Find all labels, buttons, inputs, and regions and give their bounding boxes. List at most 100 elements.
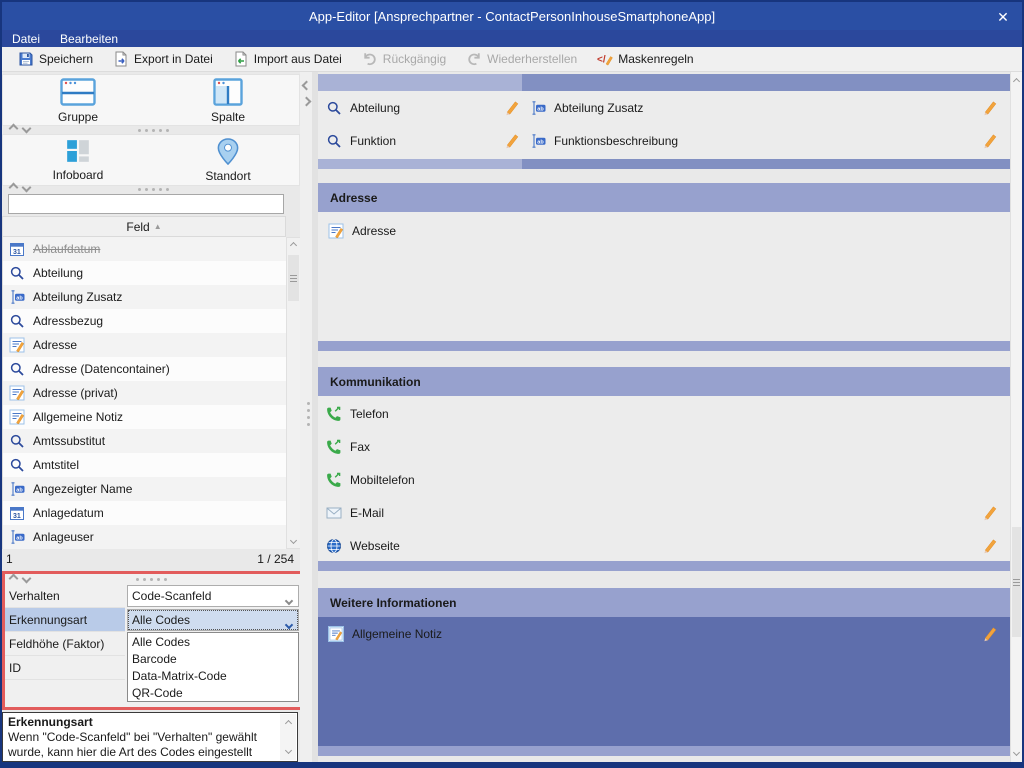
field-label: Adresse (privat)	[33, 386, 118, 400]
scroll-up-button[interactable]	[280, 716, 296, 731]
chevron-down-icon[interactable]	[22, 124, 32, 134]
erkennungsart-combobox[interactable]: Alle Codes	[127, 609, 299, 631]
chevron-up-icon[interactable]	[9, 183, 19, 193]
chevron-down-icon[interactable]	[286, 593, 292, 607]
dropdown-option[interactable]: Data-Matrix-Code	[128, 667, 298, 684]
column-band[interactable]	[522, 74, 1010, 91]
tool-standort[interactable]: Standort	[173, 138, 283, 183]
chevron-left-icon[interactable]	[302, 81, 312, 91]
edit-pencil-icon[interactable]	[504, 100, 520, 116]
drag-handle[interactable]	[138, 186, 172, 192]
chevron-down-icon[interactable]	[286, 617, 292, 631]
scroll-up-button[interactable]	[1011, 74, 1022, 89]
dropdown-option[interactable]: Barcode	[128, 650, 298, 667]
form-field-adresse[interactable]: Adresse	[328, 220, 396, 242]
list-item[interactable]: Angezeigter Name	[3, 477, 286, 501]
form-scrollbar[interactable]	[1010, 72, 1022, 762]
column-band-selected[interactable]	[318, 74, 522, 91]
export-button[interactable]: Export in Datei	[103, 48, 223, 71]
property-panel-reorder[interactable]	[10, 575, 30, 582]
property-label-id: ID	[5, 656, 125, 680]
import-label: Import aus Datei	[254, 52, 342, 66]
toolbox-reorder-2[interactable]	[10, 184, 30, 191]
form-field-mobiltelefon[interactable]: Mobiltelefon	[326, 469, 415, 491]
form-field-allgemeine-notiz[interactable]: Allgemeine Notiz	[328, 623, 442, 645]
list-item[interactable]: Abteilung Zusatz	[3, 285, 286, 309]
tool-spalte[interactable]: Spalte	[173, 78, 283, 124]
scroll-down-button[interactable]	[287, 533, 300, 548]
dropdown-option[interactable]: QR-Code	[128, 684, 298, 701]
scroll-up-button[interactable]	[287, 238, 300, 253]
field-list-scrollbar[interactable]	[286, 237, 301, 549]
toolbar: Speichern Export in Datei Import aus Dat…	[2, 47, 1022, 72]
close-button[interactable]: ✕	[994, 8, 1012, 26]
list-item[interactable]: Amtstitel	[3, 453, 286, 477]
edit-pencil-icon[interactable]	[982, 505, 998, 521]
chevron-down-icon[interactable]	[22, 574, 32, 584]
section-content-weitere-informationen[interactable]: Allgemeine Notiz	[318, 617, 1010, 746]
mask-rules-button[interactable]: Maskenregeln	[587, 48, 703, 71]
form-field-label: Webseite	[350, 539, 400, 553]
edit-pencil-icon[interactable]	[982, 133, 998, 149]
scrollbar-thumb[interactable]	[1012, 527, 1021, 637]
form-field-telefon[interactable]: Telefon	[326, 403, 389, 425]
list-item[interactable]: Amtssubstitut	[3, 429, 286, 453]
form-field-fax[interactable]: Fax	[326, 436, 370, 458]
section-band-bottom	[318, 341, 1010, 351]
dropdown-option[interactable]: Alle Codes	[128, 633, 298, 650]
phone-icon	[326, 472, 342, 488]
list-item[interactable]: Adressbezug	[3, 309, 286, 333]
title-bar: App-Editor [Ansprechpartner - ContactPer…	[2, 2, 1022, 30]
panel-divider[interactable]	[300, 72, 318, 762]
note-icon	[328, 223, 344, 239]
edit-pencil-icon[interactable]	[982, 100, 998, 116]
scroll-down-button[interactable]	[280, 743, 296, 758]
form-field-webseite[interactable]: Webseite	[326, 535, 400, 557]
import-button[interactable]: Import aus Datei	[223, 48, 352, 71]
section-band-bottom	[318, 561, 1010, 571]
list-item[interactable]: Anlageuser	[3, 525, 286, 549]
scrollbar-thumb[interactable]	[288, 255, 299, 301]
drag-handle[interactable]	[305, 402, 311, 426]
list-item[interactable]: Abteilung	[3, 261, 286, 285]
form-field-funktion[interactable]: Funktion	[326, 130, 396, 152]
drag-handle[interactable]	[136, 576, 170, 582]
form-field-funktionsbeschreibung[interactable]: Funktionsbeschreibung	[530, 130, 678, 152]
section-title: Kommunikation	[330, 375, 421, 389]
property-label: Erkennungsart	[9, 613, 87, 627]
edit-pencil-icon[interactable]	[982, 626, 998, 642]
form-field-abteilung-zusatz[interactable]: Abteilung Zusatz	[530, 97, 643, 119]
edit-pencil-icon[interactable]	[504, 133, 520, 149]
field-search-input[interactable]	[8, 194, 284, 214]
field-list-header[interactable]: Feld ▲	[2, 216, 286, 237]
help-scrollbar[interactable]	[280, 714, 296, 760]
list-item[interactable]: Adresse (privat)	[3, 381, 286, 405]
list-item[interactable]: Ablaufdatum	[3, 237, 286, 261]
toolbox-reorder-1[interactable]	[10, 125, 30, 132]
chevron-down-icon[interactable]	[22, 183, 32, 193]
list-item[interactable]: Allgemeine Notiz	[3, 405, 286, 429]
chevron-up-icon[interactable]	[9, 574, 19, 584]
group-content: Abteilung Abteilung Zusatz Funktion Funk…	[318, 91, 1010, 159]
drag-handle[interactable]	[138, 127, 172, 133]
section-band-bottom	[318, 746, 1010, 756]
scroll-down-button[interactable]	[1011, 745, 1022, 760]
list-item[interactable]: Adresse (Datencontainer)	[3, 357, 286, 381]
list-item[interactable]: Adresse	[3, 333, 286, 357]
menu-bearbeiten[interactable]: Bearbeiten	[60, 32, 118, 46]
form-field-abteilung[interactable]: Abteilung	[326, 97, 400, 119]
property-label: Verhalten	[9, 589, 60, 603]
search-icon	[9, 361, 25, 377]
form-field-email[interactable]: E-Mail	[326, 502, 384, 524]
chevron-up-icon[interactable]	[9, 124, 19, 134]
tool-infoboard[interactable]: Infoboard	[23, 138, 133, 182]
section-content-kommunikation: Telefon Fax Mobiltelefon E-Mail Web	[318, 396, 1010, 561]
chevron-right-icon[interactable]	[302, 97, 312, 107]
field-label: Abteilung Zusatz	[33, 290, 122, 304]
save-button[interactable]: Speichern	[8, 48, 103, 71]
tool-gruppe[interactable]: Gruppe	[23, 78, 133, 124]
menu-datei[interactable]: Datei	[12, 32, 40, 46]
verhalten-combobox[interactable]: Code-Scanfeld	[127, 585, 299, 607]
edit-pencil-icon[interactable]	[982, 538, 998, 554]
list-item[interactable]: Anlagedatum	[3, 501, 286, 525]
